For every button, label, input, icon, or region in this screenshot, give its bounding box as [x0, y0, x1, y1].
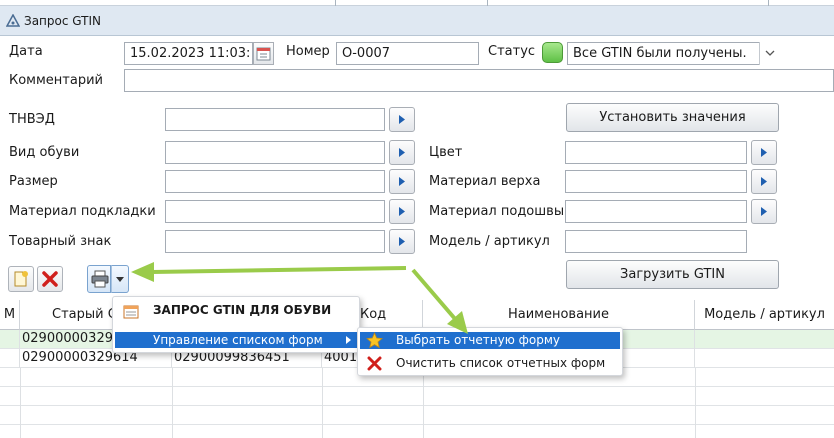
grid-line: [20, 368, 21, 438]
menu-item-label: Очистить список отчетных форм: [396, 356, 606, 370]
tnved-field[interactable]: [165, 108, 385, 131]
menu-item-label: Управление списком форм: [153, 333, 323, 347]
status-select[interactable]: Все GTIN были получены.: [567, 42, 779, 65]
status-label: Статус: [488, 44, 536, 59]
upper-field[interactable]: [565, 170, 747, 193]
print-button[interactable]: [87, 265, 111, 293]
date-field[interactable]: 15.02.2023 11:03:: [124, 42, 253, 65]
star-icon: [366, 332, 383, 353]
sole-label: Материал подошвы: [429, 204, 565, 219]
comment-field[interactable]: [124, 69, 834, 92]
delete-icon: [366, 355, 383, 376]
column-header[interactable]: Модель / артикул: [695, 300, 834, 330]
number-field[interactable]: О-0007: [336, 42, 479, 65]
size-select-button[interactable]: [389, 169, 415, 194]
tnved-label: ТНВЭД: [9, 112, 55, 127]
caret-down-icon: [116, 277, 124, 282]
grid-line: [695, 368, 696, 438]
size-field[interactable]: [165, 170, 385, 193]
play-arrow-icon: [761, 148, 767, 157]
upper-label: Материал верха: [429, 174, 541, 189]
manage-forms-menu-item[interactable]: Управление списком форм: [115, 332, 357, 348]
sole-field[interactable]: [565, 200, 747, 223]
chevron-right-icon: [346, 336, 351, 344]
tnved-select-button[interactable]: [389, 107, 415, 132]
app-icon: [5, 13, 21, 32]
status-indicator-icon: [542, 42, 563, 63]
new-document-icon: [14, 271, 28, 287]
trademark-field[interactable]: [165, 230, 385, 253]
play-arrow-icon: [399, 207, 405, 216]
printer-icon: [91, 270, 109, 288]
window-title: Запрос GTIN: [24, 14, 101, 28]
shoe-type-label: Вид обуви: [9, 145, 80, 160]
play-arrow-icon: [761, 177, 767, 186]
lining-field[interactable]: [165, 200, 385, 223]
add-button[interactable]: [8, 266, 34, 292]
grid-line: [423, 368, 424, 438]
play-arrow-icon: [399, 177, 405, 186]
forms-submenu: Выбрать отчетную форму Очистить список о…: [357, 327, 623, 376]
clear-report-forms-menu-item[interactable]: Очистить список отчетных форм: [360, 355, 620, 372]
select-report-form-menu-item[interactable]: Выбрать отчетную форму: [360, 332, 620, 349]
lining-label: Материал подкладки: [9, 204, 156, 219]
status-dropdown-button[interactable]: [759, 42, 779, 65]
model-field[interactable]: [565, 230, 747, 253]
column-header[interactable]: Наименование: [423, 300, 695, 330]
shoe-type-select-button[interactable]: [389, 140, 415, 165]
calendar-button[interactable]: [253, 42, 274, 65]
load-gtin-button[interactable]: Загрузить GTIN: [566, 260, 779, 289]
form-list-icon: [123, 304, 139, 324]
delete-button[interactable]: [37, 266, 63, 292]
status-value: Все GTIN были получены.: [573, 46, 747, 61]
color-select-button[interactable]: [751, 140, 777, 165]
trademark-select-button[interactable]: [389, 229, 415, 254]
table-cell: [0, 349, 20, 368]
play-arrow-icon: [399, 148, 405, 157]
arrow-line: [151, 266, 407, 274]
number-label: Номер: [286, 44, 330, 59]
grid-line: [172, 368, 173, 438]
table-cell: [0, 330, 20, 349]
print-context-menu: ЗАПРОС GTIN ДЛЯ ОБУВИ Управление списком…: [112, 296, 360, 353]
shoe-type-field[interactable]: [165, 141, 385, 164]
column-header[interactable]: М: [0, 300, 20, 330]
grid-line: [322, 368, 323, 438]
color-field[interactable]: [565, 141, 747, 164]
menu-item-label: Выбрать отчетную форму: [396, 333, 560, 347]
date-label: Дата: [9, 44, 43, 59]
lining-select-button[interactable]: [389, 199, 415, 224]
model-label: Модель / артикул: [429, 234, 550, 249]
calendar-icon: [256, 47, 271, 61]
play-arrow-icon: [761, 207, 767, 216]
arrow-head: [131, 262, 154, 282]
table-row[interactable]: [0, 387, 834, 406]
upper-select-button[interactable]: [751, 169, 777, 194]
color-label: Цвет: [429, 145, 463, 160]
sole-select-button[interactable]: [751, 199, 777, 224]
title-bar: Запрос GTIN: [0, 6, 834, 36]
delete-icon: [42, 271, 58, 287]
chevron-down-icon: [765, 50, 775, 56]
size-label: Размер: [9, 174, 58, 189]
play-arrow-icon: [399, 237, 405, 246]
table-row[interactable]: [0, 406, 834, 425]
print-dropdown-button[interactable]: [111, 265, 129, 293]
menu-title[interactable]: ЗАПРОС GTIN ДЛЯ ОБУВИ: [153, 303, 331, 317]
play-arrow-icon: [399, 115, 405, 124]
comment-label: Комментарий: [9, 73, 103, 88]
trademark-label: Товарный знак: [9, 234, 112, 249]
set-values-button[interactable]: Установить значения: [566, 103, 779, 132]
